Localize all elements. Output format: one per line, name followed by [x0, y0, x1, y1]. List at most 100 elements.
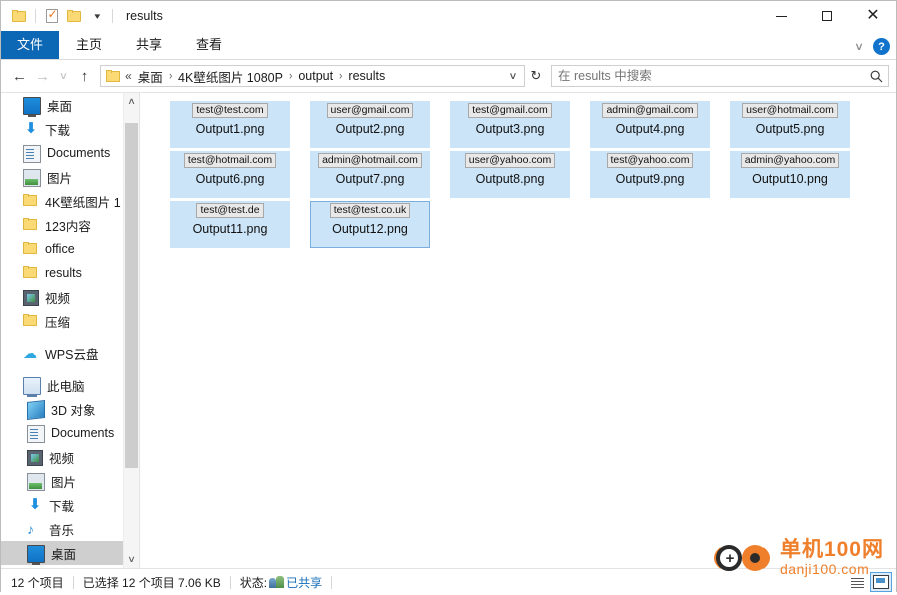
- sidebar-item-3[interactable]: 图片📌: [1, 165, 139, 189]
- file-tile[interactable]: user@hotmail.com Output5.png: [730, 101, 850, 148]
- selection-label: 已选择 12 个项目 7.06 KB: [82, 575, 221, 590]
- file-tile[interactable]: user@yahoo.com Output8.png: [450, 151, 570, 198]
- sidebar-item-label: 此电脑: [47, 379, 85, 394]
- file-name: Output10.png: [752, 172, 828, 186]
- sidebar-item-13[interactable]: Documents: [1, 421, 139, 445]
- file-name: Output12.png: [332, 222, 408, 236]
- sidebar-item-label: 桌面: [47, 99, 73, 114]
- toolbar-divider: [35, 9, 36, 23]
- sidebar-item-9[interactable]: 压缩: [1, 309, 139, 333]
- refresh-icon[interactable]: ↻: [525, 65, 547, 87]
- file-tile[interactable]: test@hotmail.com Output6.png: [170, 151, 290, 198]
- tab-view[interactable]: 查看: [179, 31, 239, 59]
- search-box[interactable]: [551, 65, 889, 87]
- sidebar-item-7[interactable]: results: [1, 261, 139, 285]
- sidebar-item-label: 下载: [45, 123, 71, 138]
- sidebar-item-5[interactable]: 123内容📌: [1, 213, 139, 237]
- file-thumbnail: test@test.de: [196, 203, 264, 218]
- file-tile[interactable]: admin@gmail.com Output4.png: [590, 101, 710, 148]
- status-bar: 12 个项目 已选择 12 个项目 7.06 KB 状态: 已共享: [1, 568, 896, 595]
- breadcrumb-separator-icon: ›: [289, 69, 293, 83]
- view-layout-buttons: [846, 572, 892, 592]
- file-tile[interactable]: test@test.de Output11.png: [170, 201, 290, 248]
- breadcrumb-item-2[interactable]: output: [295, 67, 336, 85]
- file-tile[interactable]: test@test.com Output1.png: [170, 101, 290, 148]
- properties-icon[interactable]: [41, 5, 63, 27]
- sidebar-item-11[interactable]: 此电脑: [1, 373, 139, 397]
- documents-icon: [23, 144, 41, 163]
- file-thumbnail: user@hotmail.com: [742, 103, 838, 118]
- scroll-down-icon[interactable]: ∨: [122, 551, 139, 568]
- file-tile[interactable]: user@gmail.com Output2.png: [310, 101, 430, 148]
- file-thumbnail: admin@hotmail.com: [318, 153, 422, 168]
- search-icon[interactable]: [864, 70, 888, 83]
- sidebar-item-label: 视频: [45, 291, 71, 306]
- recent-locations-icon[interactable]: ∨: [52, 64, 76, 88]
- sidebar-item-16[interactable]: ⬇ 下载: [1, 493, 139, 517]
- shared-people-icon: [269, 575, 285, 589]
- file-tile[interactable]: test@gmail.com Output3.png: [450, 101, 570, 148]
- sidebar-item-12[interactable]: 3D 对象: [1, 397, 139, 421]
- sidebar-item-0[interactable]: 桌面📌: [1, 93, 139, 117]
- sidebar-item-1[interactable]: ⬇下载📌: [1, 117, 139, 141]
- sidebar-item-label: 音乐: [49, 523, 75, 538]
- file-thumbnail: admin@gmail.com: [602, 103, 698, 118]
- thumbnail-text: user@gmail.com: [330, 104, 410, 116]
- breadcrumb-overflow[interactable]: «: [125, 69, 135, 83]
- large-icons-view-button[interactable]: [870, 572, 892, 592]
- file-thumbnail: test@hotmail.com: [183, 153, 277, 168]
- sidebar-item-10[interactable]: ☁ WPS云盘: [1, 341, 139, 365]
- ribbon-right-controls: ∨ ?: [854, 38, 890, 55]
- folder-icon[interactable]: [8, 5, 30, 27]
- address-dropdown-icon[interactable]: ∨: [502, 71, 525, 82]
- chevron-down-icon[interactable]: ▾: [85, 5, 107, 27]
- sidebar-item-8[interactable]: 视频: [1, 285, 139, 309]
- tab-file[interactable]: 文件: [1, 31, 60, 59]
- sidebar-item-6[interactable]: office: [1, 237, 139, 261]
- file-thumbnail: admin@yahoo.com: [740, 153, 840, 168]
- breadcrumb-item-3[interactable]: results: [345, 67, 388, 85]
- help-icon[interactable]: ?: [873, 38, 890, 55]
- sidebar-item-17[interactable]: ♪ 音乐: [1, 517, 139, 541]
- breadcrumb-item-0[interactable]: 桌面: [135, 65, 166, 88]
- breadcrumb-item-1[interactable]: 4K壁纸图片 1080P: [175, 65, 286, 88]
- close-button[interactable]: ✕: [850, 1, 896, 31]
- file-list-pane[interactable]: test@test.com Output1.png user@gmail.com Ou…: [140, 93, 896, 568]
- file-name: Output2.png: [335, 122, 405, 136]
- sidebar-item-15[interactable]: 图片: [1, 469, 139, 493]
- scroll-up-icon[interactable]: ∧: [122, 93, 139, 110]
- tab-share[interactable]: 共享: [119, 31, 179, 59]
- minimize-button[interactable]: [758, 1, 804, 31]
- music-icon: ♪: [27, 521, 34, 537]
- file-name: Output5.png: [755, 122, 825, 136]
- breadcrumb[interactable]: « 桌面 › 4K壁纸图片 1080P › output › results ∨: [100, 65, 525, 87]
- scrollbar-thumb[interactable]: [125, 123, 138, 468]
- folder-icon: [23, 266, 39, 282]
- up-button[interactable]: ↑: [73, 64, 96, 88]
- sidebar-item-label: WPS云盘: [45, 347, 99, 362]
- sidebar-item-label: Documents: [47, 146, 111, 160]
- search-input[interactable]: [552, 69, 864, 83]
- details-view-button[interactable]: [846, 572, 868, 592]
- file-tile[interactable]: admin@yahoo.com Output10.png: [730, 151, 850, 198]
- sidebar-item-18[interactable]: 桌面: [1, 541, 139, 565]
- desktop-icon: [23, 97, 41, 117]
- file-name: Output3.png: [475, 122, 545, 136]
- maximize-button[interactable]: [804, 1, 850, 31]
- navigation-scrollbar[interactable]: ∧ ∨: [123, 93, 139, 568]
- sidebar-item-2[interactable]: Documents📌: [1, 141, 139, 165]
- forward-button[interactable]: →: [31, 64, 54, 88]
- file-tile[interactable]: test@test.co.uk Output12.png: [310, 201, 430, 248]
- sidebar-item-label: 压缩: [45, 315, 71, 330]
- file-tile[interactable]: admin@hotmail.com Output7.png: [310, 151, 430, 198]
- sidebar-item-14[interactable]: 视频: [1, 445, 139, 469]
- back-button[interactable]: ←: [8, 64, 31, 88]
- chevron-down-icon[interactable]: ∨: [854, 40, 864, 53]
- new-folder-icon[interactable]: [63, 5, 85, 27]
- tab-home[interactable]: 主页: [59, 31, 119, 59]
- sidebar-item-4[interactable]: 4K壁纸图片 1📌: [1, 189, 139, 213]
- quick-access-toolbar: ▾: [8, 5, 118, 27]
- shared-status-label: 已共享: [286, 575, 323, 590]
- file-tile[interactable]: test@yahoo.com Output9.png: [590, 151, 710, 198]
- navigation-pane: 桌面📌⬇下载📌Documents📌图片📌4K壁纸图片 1📌123内容📌offic…: [1, 93, 139, 568]
